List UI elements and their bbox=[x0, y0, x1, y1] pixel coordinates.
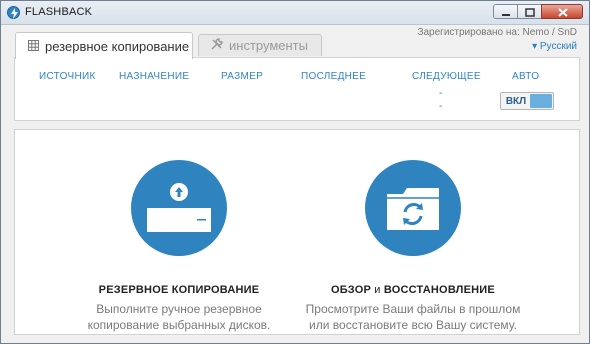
restore-title-part: ВОССТАНОВЛЕНИЕ bbox=[383, 284, 495, 296]
next-value: - bbox=[439, 101, 443, 112]
tab-tools[interactable]: инструменты bbox=[198, 34, 322, 56]
close-button[interactable] bbox=[541, 4, 583, 19]
restore-icon[interactable] bbox=[365, 160, 461, 256]
language-selector[interactable]: ▾ Русский bbox=[532, 41, 577, 52]
restore-description: Просмотрите Ваши файлы в прошлом или вос… bbox=[293, 301, 533, 333]
app-window: FLASHBACK резервное копирование инструме… bbox=[0, 0, 590, 344]
backup-icon[interactable] bbox=[131, 160, 227, 256]
minimize-button[interactable] bbox=[493, 4, 517, 19]
toggle-knob bbox=[530, 94, 552, 108]
backup-title: РЕЗЕРВНОЕ КОПИРОВАНИЕ bbox=[98, 284, 260, 296]
restore-desc-line: или восстановите всю Вашу систему. bbox=[309, 318, 517, 332]
registration-info: Зарегистрировано на: Nemo / SnD bbox=[417, 27, 577, 38]
toggle-label: ВКЛ bbox=[505, 95, 527, 107]
column-size[interactable]: РАЗМЕР bbox=[221, 71, 263, 82]
maximize-button[interactable] bbox=[517, 4, 541, 19]
actions-panel: РЕЗЕРВНОЕ КОПИРОВАНИЕ Выполните ручное р… bbox=[14, 129, 580, 335]
backup-desc-line: Выполните ручное резервное bbox=[96, 302, 262, 316]
close-icon bbox=[558, 8, 568, 17]
backup-action[interactable]: РЕЗЕРВНОЕ КОПИРОВАНИЕ Выполните ручное р… bbox=[59, 160, 299, 333]
restore-title-part: ОБЗОР bbox=[331, 284, 372, 296]
language-label: Русский bbox=[539, 41, 577, 52]
minimize-icon bbox=[502, 14, 510, 16]
restore-title-part: и bbox=[374, 284, 381, 296]
tab-label: резервное копирование bbox=[45, 38, 190, 54]
title-bar[interactable]: FLASHBACK bbox=[1, 1, 589, 25]
grid-icon bbox=[28, 39, 39, 54]
auto-toggle[interactable]: ВКЛ bbox=[500, 92, 554, 110]
chevron-down-icon: ▾ bbox=[532, 41, 540, 52]
tab-backup[interactable]: резервное копирование bbox=[15, 32, 193, 59]
backup-description: Выполните ручное резервное копирование в… bbox=[59, 301, 299, 333]
schedule-panel: ИСТОЧНИК НАЗНАЧЕНИЕ РАЗМЕР ПОСЛЕДНЕЕ СЛЕ… bbox=[14, 57, 580, 121]
next-value: - bbox=[439, 88, 443, 99]
column-next[interactable]: СЛЕДУЮЩЕЕ bbox=[412, 71, 481, 82]
column-destination[interactable]: НАЗНАЧЕНИЕ bbox=[119, 71, 189, 82]
backup-desc-line: копирование выбранных дисков. bbox=[87, 318, 271, 332]
window-title: FLASHBACK bbox=[25, 6, 93, 18]
app-logo-icon bbox=[7, 6, 20, 19]
restore-desc-line: Просмотрите Ваши файлы в прошлом bbox=[305, 302, 521, 316]
restore-title: ОБЗОР и ВОССТАНОВЛЕНИЕ bbox=[293, 284, 533, 296]
column-last[interactable]: ПОСЛЕДНЕЕ bbox=[301, 71, 366, 82]
column-source[interactable]: ИСТОЧНИК bbox=[39, 71, 96, 82]
restore-action[interactable]: ОБЗОР и ВОССТАНОВЛЕНИЕ Просмотрите Ваши … bbox=[293, 160, 533, 333]
column-auto[interactable]: АВТО bbox=[512, 71, 539, 82]
tools-icon bbox=[211, 38, 223, 53]
maximize-icon bbox=[525, 8, 535, 17]
tab-label: инструменты bbox=[229, 38, 308, 53]
window-controls bbox=[493, 4, 583, 20]
